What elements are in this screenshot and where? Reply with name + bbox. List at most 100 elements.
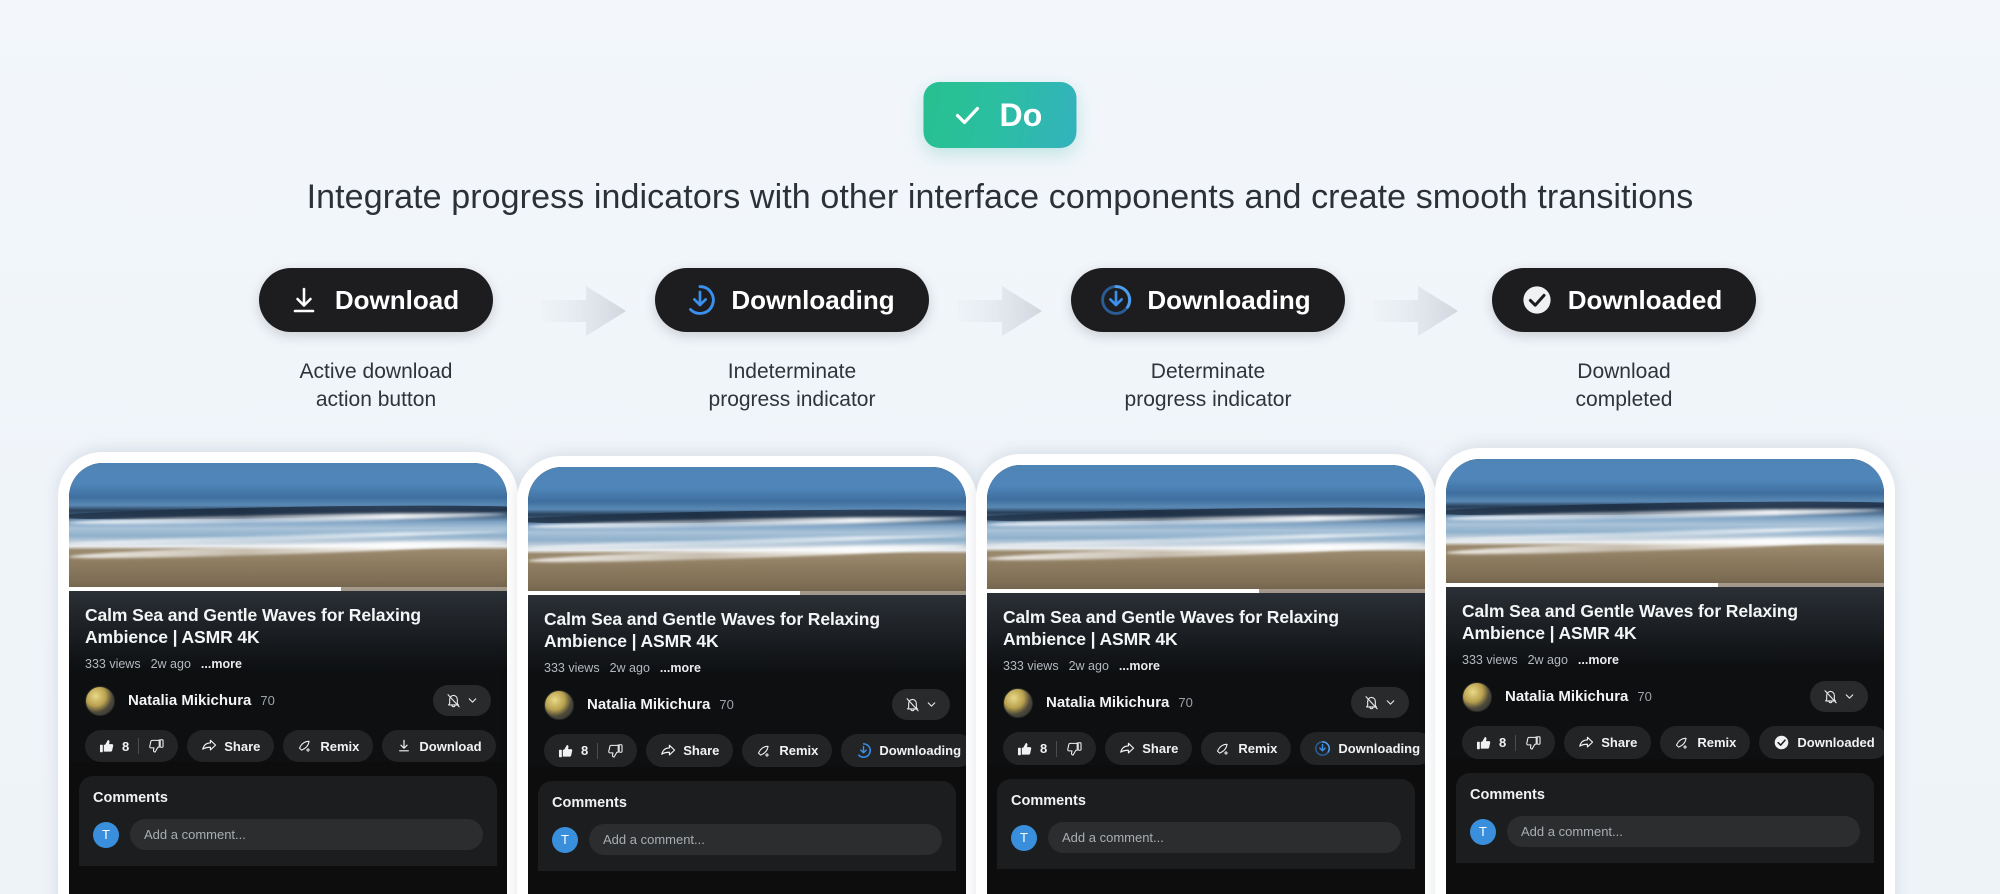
channel-name[interactable]: Natalia Mikichura xyxy=(587,696,710,713)
download-button[interactable]: Download xyxy=(258,268,494,332)
like-count: 8 xyxy=(581,743,589,759)
share-chip[interactable]: Share xyxy=(646,734,734,768)
channel-row: Natalia Mikichura 70 xyxy=(987,673,1425,719)
remix-chip[interactable]: Remix xyxy=(742,734,833,768)
channel-row: Natalia Mikichura 70 xyxy=(528,675,966,721)
video-more-link[interactable]: ...more xyxy=(201,657,242,671)
share-label: Share xyxy=(1601,735,1638,751)
video-scrubber-played xyxy=(1446,583,1718,587)
remix-icon xyxy=(1676,737,1688,749)
do-badge: Do xyxy=(923,82,1077,148)
phone-card-downloading-indeterminate[interactable]: Calm Sea and Gentle Waves for Relaxing A… xyxy=(517,456,977,894)
channel-avatar[interactable] xyxy=(544,689,574,720)
flow-step-downloaded: Downloaded Download completed xyxy=(1464,268,1784,415)
video-thumbnail[interactable] xyxy=(1446,459,1884,587)
notification-bell-button[interactable] xyxy=(892,689,950,721)
download-chip[interactable]: Download xyxy=(382,730,496,763)
phone-card-download[interactable]: Calm Sea and Gentle Waves for Relaxing A… xyxy=(58,452,518,894)
comments-title: Comments xyxy=(93,790,168,807)
like-dislike-chip[interactable]: 8 xyxy=(85,730,179,763)
user-avatar[interactable]: T xyxy=(93,821,119,848)
share-chip[interactable]: Share xyxy=(1564,726,1652,760)
download-chip[interactable]: Downloading xyxy=(1300,732,1425,766)
video-scrubber[interactable] xyxy=(1446,583,1884,587)
channel-name[interactable]: Natalia Mikichura xyxy=(128,692,251,709)
channel-name[interactable]: Natalia Mikichura xyxy=(1046,694,1169,711)
bell-off-icon xyxy=(1824,690,1837,704)
phone-screen: Calm Sea and Gentle Waves for Relaxing A… xyxy=(1446,459,1884,894)
arrow-right-icon xyxy=(958,286,1042,336)
channel-avatar[interactable] xyxy=(1462,681,1492,712)
add-comment-row: T Add a comment... xyxy=(1470,816,1860,848)
comment-input[interactable]: Add a comment... xyxy=(1048,822,1401,854)
flow-step-download: Download Active download action button xyxy=(216,268,536,415)
channel-avatar[interactable] xyxy=(85,685,115,716)
comment-input[interactable]: Add a comment... xyxy=(1507,816,1860,848)
do-example-canvas: Do Integrate progress indicators with ot… xyxy=(0,0,2000,894)
like-count: 8 xyxy=(122,738,130,754)
video-thumbnail[interactable] xyxy=(987,465,1425,593)
thumbs-down-icon xyxy=(149,739,164,753)
phone-card-downloading-determinate[interactable]: Calm Sea and Gentle Waves for Relaxing A… xyxy=(976,454,1436,894)
add-comment-row: T Add a comment... xyxy=(552,824,942,856)
video-thumbnail[interactable] xyxy=(69,463,507,591)
comments-section: Comments T Add a comment... xyxy=(1456,773,1874,864)
bell-off-icon xyxy=(447,694,460,708)
video-age: 2w ago xyxy=(1068,659,1109,674)
video-age: 2w ago xyxy=(150,657,191,672)
downloaded-button-label: Downloaded xyxy=(1567,285,1723,315)
bell-off-icon xyxy=(906,698,919,712)
remix-icon xyxy=(758,745,770,757)
like-dislike-chip[interactable]: 8 xyxy=(1003,732,1097,766)
video-scrubber[interactable] xyxy=(987,589,1425,593)
bell-off-icon xyxy=(1365,696,1378,710)
comments-section: Comments T Add a comment... xyxy=(538,781,956,872)
thumbs-down-icon xyxy=(608,744,623,758)
remix-chip[interactable]: Remix xyxy=(1201,732,1292,766)
video-more-link[interactable]: ...more xyxy=(1119,659,1160,673)
phone-card-downloaded[interactable]: Calm Sea and Gentle Waves for Relaxing A… xyxy=(1435,448,1895,894)
download-arrow-icon xyxy=(293,287,315,313)
page-headline: Integrate progress indicators with other… xyxy=(306,178,1694,216)
check-icon xyxy=(955,106,980,125)
notification-bell-button[interactable] xyxy=(1810,681,1868,713)
notification-bell-button[interactable] xyxy=(433,685,491,717)
video-more-link[interactable]: ...more xyxy=(660,661,701,675)
download-chip[interactable]: Downloading xyxy=(841,734,966,768)
channel-avatar[interactable] xyxy=(1003,687,1033,718)
like-dislike-chip[interactable]: 8 xyxy=(544,734,638,768)
channel-name[interactable]: Natalia Mikichura xyxy=(1505,688,1628,705)
video-views: 333 views xyxy=(544,661,600,676)
user-avatar[interactable]: T xyxy=(1470,818,1496,845)
downloading-determinate-button[interactable]: Downloading xyxy=(1071,268,1345,332)
downloaded-button[interactable]: Downloaded xyxy=(1491,268,1757,332)
user-avatar[interactable]: T xyxy=(1011,824,1037,851)
video-thumbnail[interactable] xyxy=(528,467,966,595)
comment-input[interactable]: Add a comment... xyxy=(589,824,942,856)
notification-bell-button[interactable] xyxy=(1351,687,1409,719)
share-label: Share xyxy=(224,738,261,754)
remix-chip[interactable]: Remix xyxy=(1660,726,1751,760)
thumbs-up-icon xyxy=(1476,736,1491,750)
chevron-down-icon xyxy=(927,702,936,708)
video-meta: 333 views 2w ago ...more xyxy=(85,657,491,671)
thumbs-up-icon xyxy=(558,744,573,758)
downloading-indeterminate-button[interactable]: Downloading xyxy=(655,268,929,332)
share-chip[interactable]: Share xyxy=(1105,732,1193,766)
chip-divider xyxy=(138,738,140,755)
chip-divider xyxy=(1515,734,1517,751)
video-scrubber[interactable] xyxy=(528,591,966,595)
video-more-link[interactable]: ...more xyxy=(1578,653,1619,667)
remix-label: Remix xyxy=(779,743,819,759)
comment-input[interactable]: Add a comment... xyxy=(130,819,483,851)
share-chip[interactable]: Share xyxy=(187,730,275,763)
thumbs-down-icon xyxy=(1526,736,1541,750)
indeterminate-spinner-icon xyxy=(689,285,716,315)
download-chip[interactable]: Downloaded xyxy=(1759,726,1884,760)
remix-chip[interactable]: Remix xyxy=(283,730,374,763)
add-comment-row: T Add a comment... xyxy=(1011,822,1401,854)
video-scrubber[interactable] xyxy=(69,587,507,591)
share-label: Share xyxy=(683,743,720,759)
like-dislike-chip[interactable]: 8 xyxy=(1462,726,1556,760)
user-avatar[interactable]: T xyxy=(552,826,578,853)
